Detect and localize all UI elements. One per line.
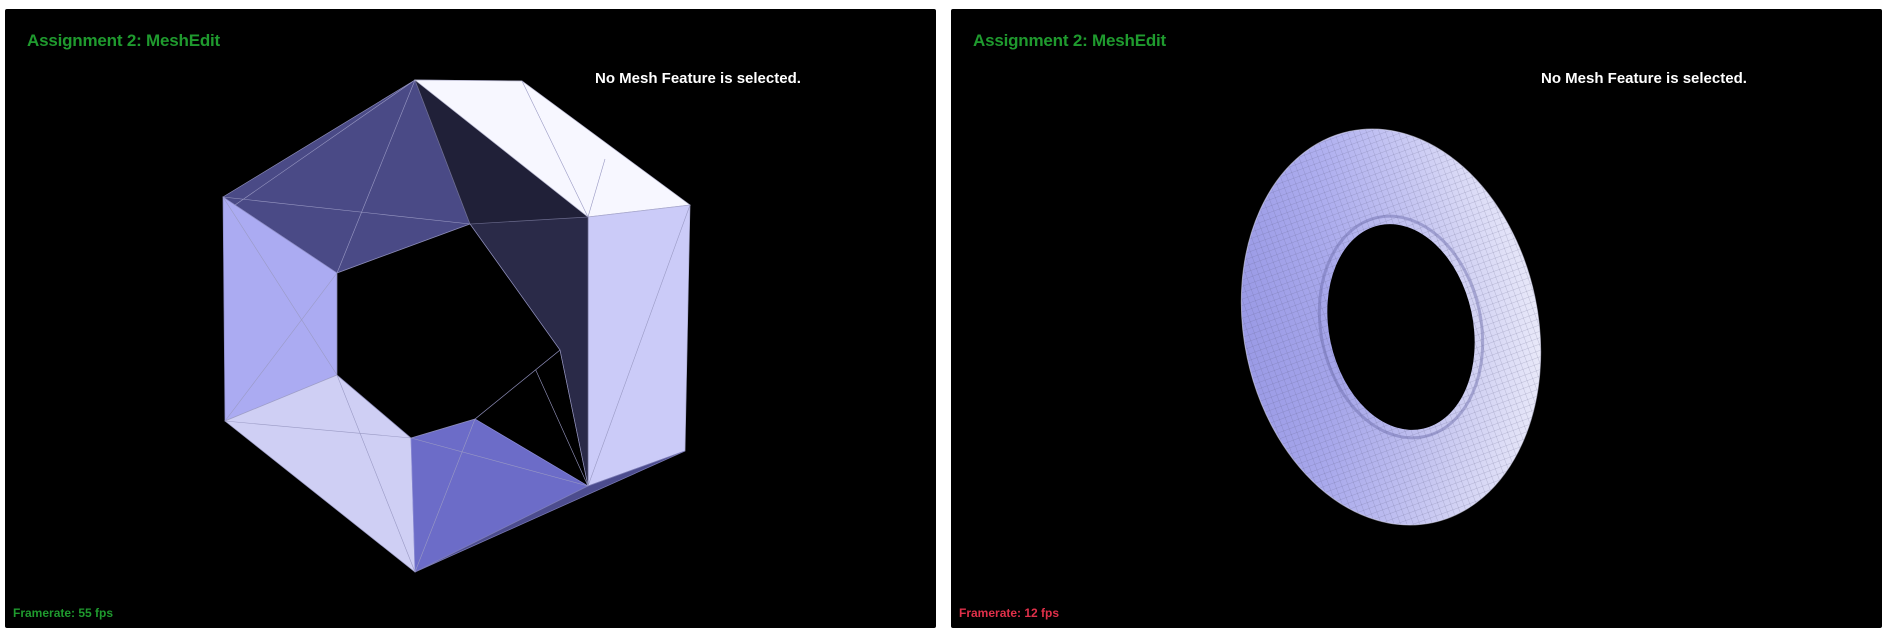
mesh-viewport-left[interactable]: Assignment 2: MeshEdit No Mesh Feature i… <box>5 9 936 628</box>
app-title: Assignment 2: MeshEdit <box>973 31 1167 50</box>
selection-status: No Mesh Feature is selected. <box>595 70 801 87</box>
framerate-label: Framerate: 55 fps <box>13 606 114 620</box>
hex-torus-mesh[interactable] <box>5 9 936 628</box>
app-title: Assignment 2: MeshEdit <box>27 31 221 50</box>
framerate-label: Framerate: 12 fps <box>959 606 1060 620</box>
smooth-torus-mesh[interactable] <box>951 9 1882 628</box>
selection-status: No Mesh Feature is selected. <box>1541 70 1747 87</box>
mesh-viewport-right[interactable]: Assignment 2: MeshEdit No Mesh Feature i… <box>951 9 1882 628</box>
